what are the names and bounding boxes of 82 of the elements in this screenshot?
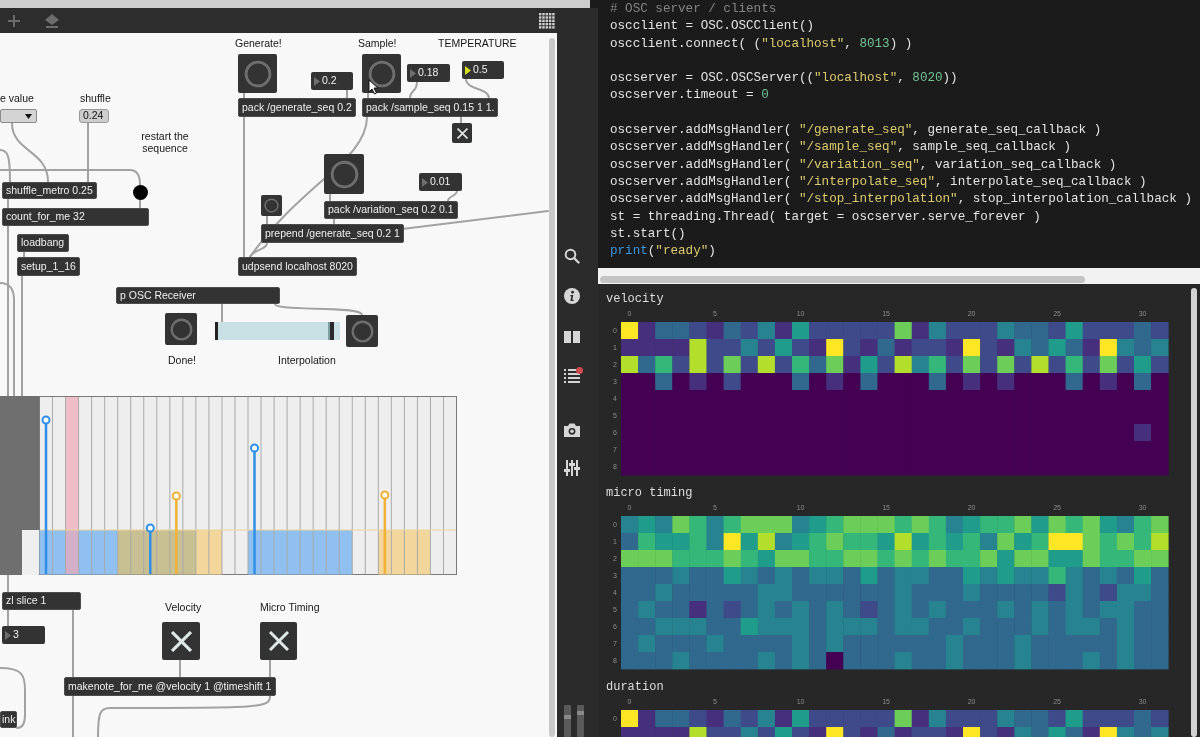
patcher-object: setup_1_16 bbox=[17, 257, 80, 276]
patcher-comment: e value bbox=[0, 92, 34, 105]
scrollbar-thumb[interactable] bbox=[549, 38, 555, 737]
dot-button[interactable] bbox=[133, 185, 148, 200]
dropdown-menu[interactable] bbox=[0, 109, 37, 123]
caret-icon bbox=[25, 113, 32, 119]
ring-icon bbox=[243, 59, 272, 88]
camera-icon[interactable] bbox=[564, 422, 580, 438]
patcher-comment: Interpolation bbox=[278, 354, 336, 367]
cross-icon bbox=[268, 631, 289, 651]
list-icon[interactable] bbox=[564, 367, 580, 383]
message-box[interactable]: 0.24 bbox=[79, 109, 109, 123]
plus-icon[interactable] bbox=[8, 14, 20, 27]
number-box[interactable]: 3 bbox=[2, 626, 45, 644]
code-line: oscserver.addMsgHandler( "/sample_seq", sample_seq_callback ) bbox=[610, 139, 1072, 157]
code-line: oscserver.addMsgHandler( "/variation_seq", variation_seq_callback ) bbox=[610, 156, 1118, 174]
patcher-comment: Done! bbox=[168, 354, 197, 367]
ring-icon bbox=[169, 317, 193, 341]
patch-cord bbox=[447, 190, 458, 202]
code-line: oscserver.addMsgHandler( "/interpolate_seq", interpolate_seq_callback ) bbox=[610, 173, 1148, 191]
patcher-comment: Velocity bbox=[165, 601, 202, 614]
patcher-object: makenote_for_me @velocity 1 @timeshift 1 bbox=[64, 677, 276, 696]
columns-icon[interactable] bbox=[564, 329, 580, 345]
plot-title: duration bbox=[606, 679, 665, 696]
code-line: oscserver = OSC.OSCServer(("localhost", 8020)) bbox=[610, 70, 959, 88]
code-line: oscserver.addMsgHandler( "/generate_seq", generate_seq_callback ) bbox=[610, 122, 1103, 140]
toggle[interactable] bbox=[162, 622, 200, 660]
code-line: oscclient.connect( ("localhost", 8013) ) bbox=[610, 35, 914, 53]
scrollbar-thumb[interactable] bbox=[600, 276, 1085, 283]
patcher-object: count_for_me 32 bbox=[2, 208, 149, 226]
slider-track[interactable] bbox=[215, 322, 340, 340]
patcher-object: pack /generate_seq 0.2 bbox=[238, 98, 356, 117]
patcher-object: pack /variation_seq 0.2 0.1 bbox=[324, 201, 458, 219]
plot-title: velocity bbox=[606, 291, 665, 308]
patcher-comment: Generate! bbox=[235, 37, 282, 50]
patcher-object: loadbang bbox=[17, 234, 69, 252]
patch-cord bbox=[409, 81, 418, 99]
patcher-object: udpsend localhost 8020 bbox=[238, 257, 357, 276]
patcher-object: pack /sample_seq 0.15 1 1. bbox=[362, 98, 499, 117]
patcher-comment: shuffle bbox=[80, 92, 111, 105]
patcher-object: prepend /generate_seq 0.2 1 bbox=[261, 224, 404, 243]
patcher-object: p OSC Receiver bbox=[116, 287, 280, 304]
plot-title: micro timing bbox=[606, 485, 694, 502]
number-box[interactable]: 0.18 bbox=[407, 64, 450, 82]
grid-icon[interactable] bbox=[539, 12, 555, 29]
notification-dot-icon bbox=[576, 367, 583, 374]
bang-button[interactable] bbox=[362, 54, 401, 93]
patcher-comment: Micro Timing bbox=[260, 601, 320, 614]
patch-cord bbox=[465, 78, 490, 99]
cursor-icon bbox=[368, 79, 379, 95]
toggle[interactable] bbox=[260, 622, 297, 660]
code-line: oscserver.timeout = 0 bbox=[610, 87, 770, 105]
cross-icon bbox=[170, 630, 192, 652]
info-icon[interactable] bbox=[564, 288, 580, 304]
note-stem bbox=[145, 523, 155, 574]
code-line: st.start() bbox=[610, 225, 687, 243]
patcher-comment: TEMPERATURE bbox=[438, 37, 517, 50]
diamond-icon[interactable] bbox=[44, 13, 60, 28]
patcher-comment: Sample! bbox=[358, 37, 397, 50]
scrollbar-thumb[interactable] bbox=[1191, 288, 1197, 737]
ring-icon bbox=[350, 319, 374, 343]
patcher-object: ink bbox=[0, 711, 18, 728]
sliders-icon[interactable] bbox=[564, 460, 580, 476]
number-box[interactable]: 0.5 bbox=[462, 61, 504, 79]
code-line: print("ready") bbox=[610, 243, 717, 261]
slider-thumb[interactable] bbox=[327, 322, 334, 340]
code-line: st = threading.Thread( target = oscserver.serve_forever ) bbox=[610, 208, 1042, 226]
ring-icon bbox=[367, 59, 396, 88]
code-line: # OSC server / clients bbox=[610, 1, 778, 18]
patcher-object: zl slice 1 bbox=[2, 592, 81, 610]
toggle[interactable] bbox=[452, 123, 472, 143]
ring-icon bbox=[329, 159, 359, 189]
cross-icon bbox=[456, 127, 468, 139]
code-line: oscserver.addMsgHandler( "/stop_interpolation", stop_interpolation_callback ) bbox=[610, 191, 1193, 209]
number-box[interactable]: 0.2 bbox=[311, 72, 353, 90]
patcher-object: shuffle_metro 0.25 bbox=[2, 182, 97, 199]
code-line: oscclient = OSC.OSCClient() bbox=[610, 18, 816, 36]
number-box[interactable]: 0.01 bbox=[419, 173, 462, 191]
patch-cord bbox=[0, 667, 26, 729]
patcher-comment: restart the sequence bbox=[140, 130, 190, 154]
search-icon[interactable] bbox=[564, 248, 580, 264]
ring-icon bbox=[264, 198, 279, 213]
